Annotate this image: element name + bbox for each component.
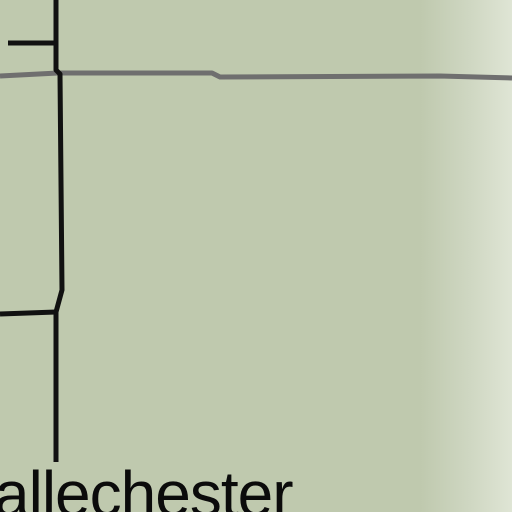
boundary-line-vertical [53, 0, 65, 462]
boundary-line-lower-branch [0, 309, 57, 317]
place-label: allechester [0, 458, 293, 512]
map-canvas[interactable]: allechester [0, 0, 512, 512]
map-lines [0, 0, 512, 462]
road-line [0, 70, 512, 81]
